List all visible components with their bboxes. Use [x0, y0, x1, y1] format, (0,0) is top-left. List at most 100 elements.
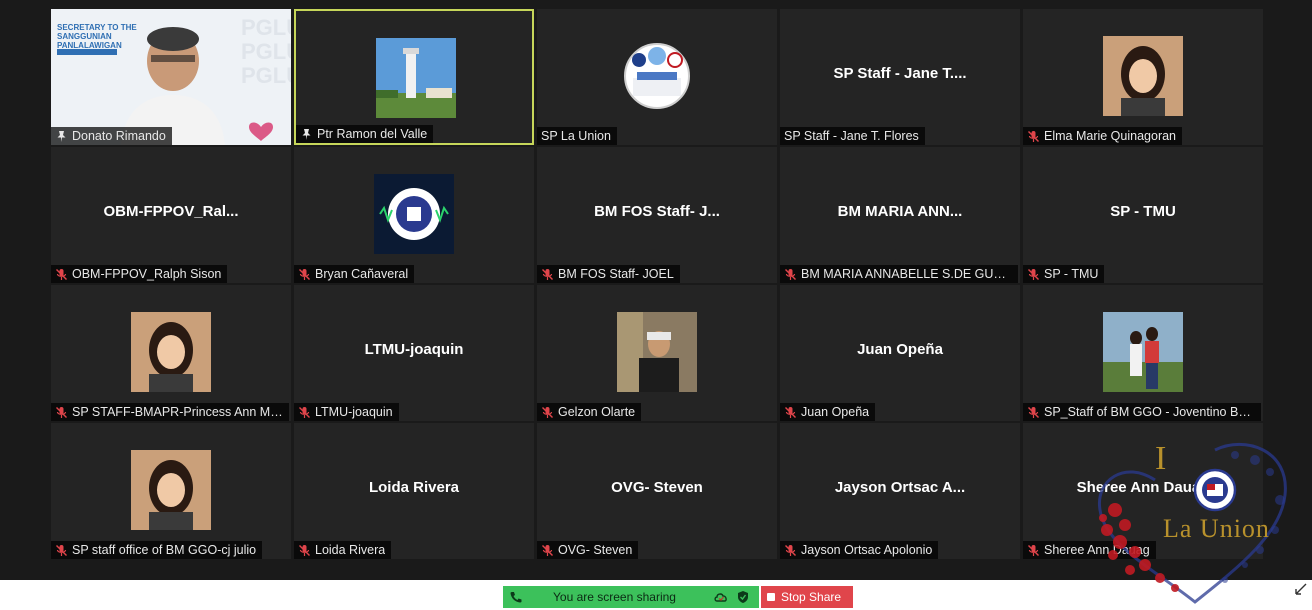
watermark-letter: I: [1155, 440, 1167, 477]
participant-name-caption: SP La Union: [537, 127, 617, 145]
participant-name: Loida Rivera: [315, 543, 386, 557]
muted-mic-icon: [298, 544, 311, 557]
participant-tile[interactable]: OBM-FPPOV_Ral... OBM-FPPOV_Ralph Sison: [51, 147, 291, 283]
participant-display-name: Juan Opeña: [857, 341, 943, 358]
participant-name-caption: OBM-FPPOV_Ralph Sison: [51, 265, 228, 283]
participant-name-caption: SP - TMU: [1023, 265, 1105, 283]
participant-name-caption: Ptr Ramon del Valle: [296, 125, 434, 143]
participant-name-caption: SP STAFF-BMAPR-Princess Ann Ma...: [51, 403, 289, 421]
participant-tile[interactable]: SP - TMU SP - TMU: [1023, 147, 1263, 283]
participant-name: Gelzon Olarte: [558, 405, 636, 419]
participant-tile[interactable]: OVG- Steven OVG- Steven: [537, 423, 777, 559]
svg-text:PGLU: PGLU: [241, 15, 291, 40]
radio-logo: [374, 174, 454, 254]
participant-display-name: Loida Rivera: [368, 479, 460, 496]
shield-icon: [737, 590, 749, 607]
presenter-slide-title: SECRETARY TO THE SANGGUNIAN PANLALAWIGAN: [57, 23, 137, 50]
participant-tile[interactable]: Elma Marie Quinagoran: [1023, 9, 1263, 145]
participant-display-name: LTMU-joaquin: [364, 341, 464, 358]
muted-mic-icon: [298, 406, 311, 419]
participant-name-caption: Donato Rimando: [51, 127, 172, 145]
participant-tile[interactable]: Gelzon Olarte: [537, 285, 777, 421]
participant-display-name: OBM-FPPOV_Ral...: [103, 203, 239, 220]
participant-tile[interactable]: SP staff office of BM GGO-cj julio: [51, 423, 291, 559]
participant-display-name: SP Staff - Jane T....: [833, 65, 967, 82]
woman-photo: [131, 450, 211, 530]
muted-mic-icon: [55, 268, 68, 281]
participant-name: SP staff office of BM GGO-cj julio: [72, 543, 257, 557]
participant-name: SP STAFF-BMAPR-Princess Ann Ma...: [72, 405, 283, 419]
participant-tile[interactable]: BM MARIA ANN... BM MARIA ANNABELLE S.DE G…: [780, 147, 1020, 283]
participant-name: LTMU-joaquin: [315, 405, 393, 419]
muted-mic-icon: [784, 406, 797, 419]
participant-name-caption: SP Staff - Jane T. Flores: [780, 127, 925, 145]
stop-share-label: Stop Share: [781, 590, 842, 604]
participant-display-name: Jayson Ortsac A...: [834, 479, 966, 496]
participant-name-caption: Elma Marie Quinagoran: [1023, 127, 1183, 145]
muted-mic-icon: [784, 268, 797, 281]
screen-sharing-status[interactable]: You are screen sharing: [503, 586, 759, 608]
phone-icon: [509, 590, 523, 604]
presenter-slide-line: SANGGUNIAN: [57, 32, 112, 41]
muted-mic-icon: [298, 268, 311, 281]
participant-tile[interactable]: SP Staff - Jane T.... SP Staff - Jane T. …: [780, 9, 1020, 145]
participant-tile[interactable]: BM FOS Staff- J... BM FOS Staff- JOEL: [537, 147, 777, 283]
svg-text:PGLU: PGLU: [241, 63, 291, 88]
participant-name-caption: BM MARIA ANNABELLE S.DE GUZM...: [780, 265, 1018, 283]
participant-name: Ptr Ramon del Valle: [317, 127, 428, 141]
muted-mic-icon: [541, 406, 554, 419]
tower-photo: [376, 38, 456, 118]
participant-name-caption: Loida Rivera: [294, 541, 392, 559]
presenter-slide-line: PANLALAWIGAN: [57, 41, 122, 50]
participant-name: SP - TMU: [1044, 267, 1099, 281]
muted-mic-icon: [784, 544, 797, 557]
muted-mic-icon: [55, 544, 68, 557]
participant-name-caption: Gelzon Olarte: [537, 403, 642, 421]
participant-tile[interactable]: Loida Rivera Loida Rivera: [294, 423, 534, 559]
participant-tile[interactable]: Ptr Ramon del Valle: [294, 9, 534, 145]
participant-name: Elma Marie Quinagoran: [1044, 129, 1177, 143]
presenter-slide-line: SECRETARY TO THE: [57, 23, 137, 32]
participant-tile[interactable]: SP La Union: [537, 9, 777, 145]
participant-tile[interactable]: Bryan Cañaveral: [294, 147, 534, 283]
woman-photo: [131, 312, 211, 392]
participant-display-name: BM FOS Staff- J...: [594, 203, 720, 220]
participant-display-name: OVG- Steven: [611, 479, 703, 496]
participant-tile[interactable]: Jayson Ortsac A... Jayson Ortsac Apolonio: [780, 423, 1020, 559]
participant-name-caption: Juan Opeña: [780, 403, 876, 421]
participant-name-caption: BM FOS Staff- JOEL: [537, 265, 680, 283]
participant-tile[interactable]: SP STAFF-BMAPR-Princess Ann Ma...: [51, 285, 291, 421]
participant-name: Bryan Cañaveral: [315, 267, 409, 281]
pin-icon: [55, 130, 68, 143]
participant-tile[interactable]: Juan Opeña Juan Opeña: [780, 285, 1020, 421]
participant-name: SP Staff - Jane T. Flores: [784, 129, 919, 143]
participant-name-caption: SP staff office of BM GGO-cj julio: [51, 541, 263, 559]
la-union-watermark-logo: I La Union: [1085, 440, 1305, 605]
cloud-icon: [713, 590, 729, 607]
muted-mic-icon: [55, 406, 68, 419]
couple-photo: [1103, 312, 1183, 392]
screen-share-bar: You are screen sharing Stop Share: [503, 586, 853, 608]
stop-icon: [767, 593, 775, 601]
participant-tile[interactable]: LTMU-joaquin LTMU-joaquin: [294, 285, 534, 421]
man-photo: [617, 312, 697, 392]
muted-mic-icon: [1027, 130, 1040, 143]
stop-share-button[interactable]: Stop Share: [761, 586, 853, 608]
participant-name: SP La Union: [541, 129, 611, 143]
participant-name: SP_Staff of BM GGO - Joventino Ba...: [1044, 405, 1255, 419]
participant-name-caption: OVG- Steven: [537, 541, 639, 559]
participant-tile[interactable]: SP_Staff of BM GGO - Joventino Ba...: [1023, 285, 1263, 421]
participant-name: BM MARIA ANNABELLE S.DE GUZM...: [801, 267, 1012, 281]
participant-name-caption: Jayson Ortsac Apolonio: [780, 541, 939, 559]
participant-display-name: SP - TMU: [1110, 203, 1176, 220]
pin-icon: [300, 128, 313, 141]
participant-name-caption: SP_Staff of BM GGO - Joventino Ba...: [1023, 403, 1261, 421]
participant-name: Donato Rimando: [72, 129, 166, 143]
muted-mic-icon: [1027, 268, 1040, 281]
participant-name: BM FOS Staff- JOEL: [558, 267, 674, 281]
svg-text:PGLU: PGLU: [241, 39, 291, 64]
muted-mic-icon: [541, 268, 554, 281]
participant-tile[interactable]: PGLUPGLUPGLUSECRETARY TO THESANGGUNIANPA…: [51, 9, 291, 145]
muted-mic-icon: [541, 544, 554, 557]
screen-sharing-label: You are screen sharing: [553, 590, 676, 604]
